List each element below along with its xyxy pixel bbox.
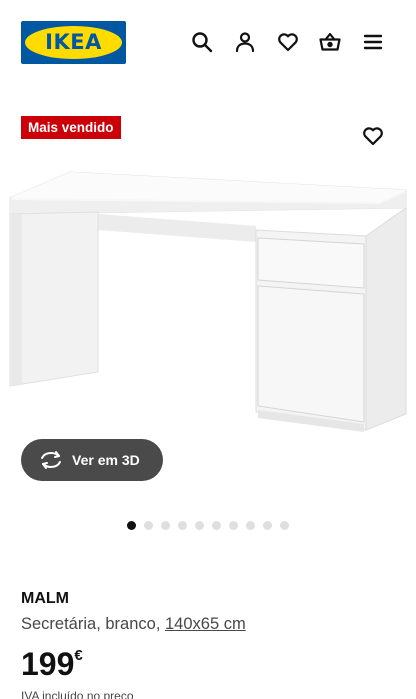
search-icon[interactable] — [190, 30, 214, 54]
product-price: 199€ — [21, 645, 83, 683]
heart-icon[interactable] — [276, 30, 300, 54]
site-header: IKEA — [0, 0, 416, 86]
vat-note: IVA incluído no preço — [21, 689, 134, 699]
product-image-desk[interactable] — [0, 160, 416, 450]
ikea-logo[interactable]: IKEA — [21, 21, 126, 64]
gallery-dot-6[interactable] — [212, 521, 221, 530]
gallery-dot-4[interactable] — [178, 521, 187, 530]
gallery-dot-7[interactable] — [229, 521, 238, 530]
gallery-pagination — [127, 521, 289, 531]
user-icon[interactable] — [233, 30, 257, 54]
gallery-dot-1[interactable] — [127, 521, 136, 530]
gallery-dot-5[interactable] — [195, 521, 204, 530]
gallery-dot-8[interactable] — [246, 521, 255, 530]
gallery-dot-9[interactable] — [263, 521, 272, 530]
rotate-3d-icon — [39, 449, 63, 471]
price-amount: 199 — [21, 646, 75, 682]
gallery-dot-2[interactable] — [144, 521, 153, 530]
product-description: Secretária, branco, 140x65 cm — [21, 615, 246, 634]
bestseller-badge: Mais vendido — [21, 116, 121, 139]
product-description-text: Secretária, branco, — [21, 615, 165, 633]
add-to-favourites-icon[interactable] — [361, 124, 385, 148]
price-currency: € — [74, 647, 83, 664]
view-3d-label: Ver em 3D — [72, 452, 140, 468]
logo-text: IKEA — [45, 30, 102, 54]
product-size-link[interactable]: 140x65 cm — [165, 615, 246, 633]
view-3d-button[interactable]: Ver em 3D — [21, 439, 163, 481]
basket-icon[interactable] — [318, 30, 342, 54]
gallery-dot-3[interactable] — [161, 521, 170, 530]
menu-icon[interactable] — [361, 30, 385, 54]
gallery-dot-10[interactable] — [280, 521, 289, 530]
product-name: MALM — [21, 590, 69, 607]
